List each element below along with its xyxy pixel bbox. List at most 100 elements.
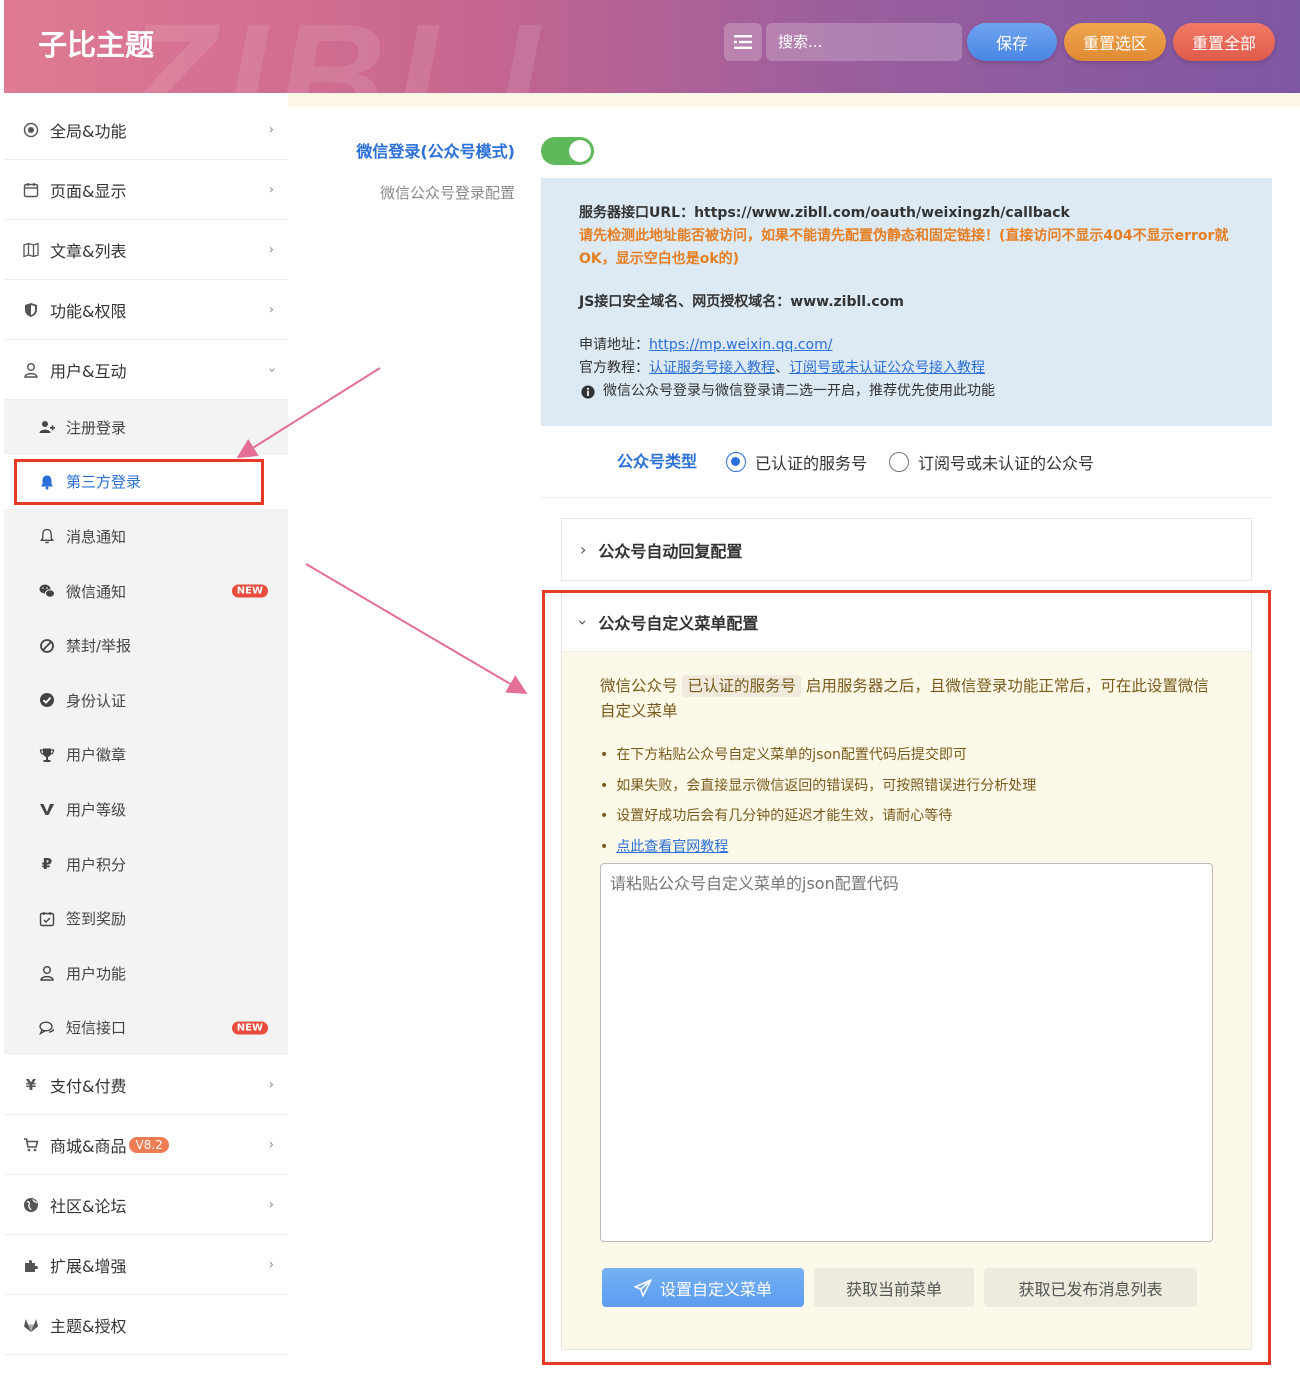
accordion-body: 微信公众号 已认证的服务号 启用服务器之后，且微信登录功能正常后，可在此设置微信…: [562, 652, 1251, 862]
highlight-box: [14, 458, 264, 505]
sidebar-item-label: 页面&显示: [50, 181, 127, 201]
trophy-icon: [38, 746, 56, 764]
sidebar-subitem-identity[interactable]: 身份认证: [4, 673, 288, 728]
accordion-title: 公众号自动回复配置: [598, 541, 743, 561]
calendar-icon: [22, 181, 40, 199]
sidebar-subitem-message[interactable]: 消息通知: [4, 509, 288, 564]
sidebar-subitem-wechat-notify[interactable]: 微信通知 NEW: [4, 564, 288, 619]
sidebar-subitem-label: 消息通知: [66, 527, 127, 546]
send-icon: [634, 1278, 652, 1297]
new-badge: NEW: [231, 1021, 268, 1035]
reset-all-button[interactable]: 重置全部: [1173, 23, 1275, 61]
user-plus-icon: [38, 418, 56, 436]
sidebar-subitem-level[interactable]: 用户等级: [4, 782, 288, 837]
sidebar-subitem-label: 身份认证: [66, 691, 127, 710]
radio-dot: [889, 452, 909, 472]
list-item: 在下方粘贴公众号自定义菜单的json配置代码后提交即可: [600, 740, 1213, 771]
sidebar-subitem-third-party-login[interactable]: 第三方登录: [4, 454, 288, 510]
new-badge: NEW: [231, 584, 268, 598]
accordion-header[interactable]: › 公众号自定义菜单配置: [562, 593, 1251, 652]
chevron-right-icon: ›: [268, 122, 274, 137]
sidebar-item-shop[interactable]: 商城&商品 V8.2 ›: [4, 1115, 288, 1176]
chevron-right-icon: ›: [268, 1197, 274, 1213]
chevron-right-icon: ›: [268, 242, 274, 257]
official-tutorial-link[interactable]: 点此查看官网教程: [616, 839, 728, 855]
ruble-icon: ₽: [41, 855, 53, 874]
sidebar-subitem-label: 短信接口: [66, 1019, 127, 1038]
sidebar-subitem-label: 用户徽章: [66, 746, 127, 765]
radio-verified-service[interactable]: 已认证的服务号: [726, 450, 867, 474]
chevron-down-icon: ›: [573, 618, 593, 626]
expand-menu-button[interactable]: [724, 23, 762, 61]
list-icon: [734, 35, 752, 49]
sidebar-subitem-register[interactable]: 注册登录: [4, 400, 288, 455]
map-icon: [22, 241, 40, 259]
radio-subscription[interactable]: 订阅号或未认证的公众号: [889, 450, 1094, 474]
tutorial-row: 官方教程：认证服务号接入教程、订阅号或未认证公众号接入教程: [579, 357, 1234, 380]
menu-json-textarea[interactable]: [600, 863, 1213, 1242]
save-button[interactable]: 保存: [967, 23, 1057, 61]
tutorial-prefix: 官方教程：: [579, 360, 649, 376]
get-current-menu-button[interactable]: 获取当前菜单: [814, 1268, 974, 1307]
warning-text: 请先检测此地址能否被访问，如果不能请先配置伪静态和固定链接！(直接访问不显示40…: [579, 228, 1229, 267]
top-header: ZIBLL 子比主题 搜索... 保存 重置选区 重置全部: [4, 0, 1300, 93]
sidebar-item-page[interactable]: 页面&显示 ›: [4, 160, 288, 220]
sidebar-subitem-checkin[interactable]: 签到奖励: [4, 891, 288, 946]
sidebar-item-label: 文章&列表: [50, 241, 127, 261]
get-published-list-button[interactable]: 获取已发布消息列表: [984, 1268, 1197, 1307]
check-circle-icon: [38, 691, 56, 709]
server-url-text: 服务器接口URL：https://www.zibll.com/oauth/wei…: [579, 205, 1070, 221]
sidebar-item-permission[interactable]: 功能&权限 ›: [4, 280, 288, 340]
list-item: 点此查看官网教程: [600, 832, 1213, 863]
sidebar-item-label: 用户&互动: [50, 361, 127, 381]
sidebar-subitem-label: 禁封/举报: [66, 637, 132, 656]
apply-row: 申请地址：https://mp.weixin.qq.com/: [579, 334, 1234, 357]
account-type-row: 公众号类型 已认证的服务号 订阅号或未认证的公众号: [541, 426, 1272, 498]
auto-reply-accordion[interactable]: › 公众号自动回复配置: [561, 518, 1252, 581]
sidebar-item-theme-license[interactable]: 主题&授权: [4, 1295, 288, 1356]
wechat-login-toggle[interactable]: [541, 137, 594, 165]
custom-menu-accordion: › 公众号自定义菜单配置 微信公众号 已认证的服务号 启用服务器之后，且微信登录…: [561, 592, 1252, 1350]
accordion-title: 公众号自定义菜单配置: [598, 614, 759, 633]
sidebar-submenu: 注册登录 第三方登录 消息通知 微信通知 NEW 禁封/举报 身份认证 用户徽章: [4, 400, 288, 1056]
sidebar-item-user-interaction[interactable]: 用户&互动 ›: [4, 340, 288, 400]
sidebar-subitem-ban-report[interactable]: 禁封/举报: [4, 618, 288, 673]
chevron-right-icon: ›: [580, 540, 587, 559]
chevron-right-icon: ›: [268, 302, 274, 317]
reset-section-button[interactable]: 重置选区: [1064, 23, 1166, 61]
sidebar-subitem-badge[interactable]: 用户徽章: [4, 728, 288, 783]
wechat-login-subtitle: 微信公众号登录配置: [379, 184, 515, 202]
sidebar-item-forum[interactable]: 社区&论坛 ›: [4, 1175, 288, 1236]
tips-list: 在下方粘贴公众号自定义菜单的json配置代码后提交即可 如果失败，会直接显示微信…: [600, 740, 1213, 862]
user-icon: [38, 964, 56, 982]
sidebar-item-global[interactable]: 全局&功能 ›: [4, 100, 288, 160]
tutorial-link-subscription[interactable]: 订阅号或未认证公众号接入教程: [789, 360, 985, 376]
sidebar-item-label: 主题&授权: [50, 1316, 127, 1336]
brand-title: 子比主题: [38, 28, 155, 62]
sidebar-item-label: 社区&论坛: [50, 1196, 127, 1216]
apply-link[interactable]: https://mp.weixin.qq.com/: [649, 337, 832, 353]
chevron-right-icon: ›: [268, 1257, 274, 1273]
shield-icon: [22, 301, 40, 319]
list-item: 如果失败，会直接显示微信返回的错误码，可按照错误进行分析处理: [600, 771, 1213, 802]
sidebar-item-article[interactable]: 文章&列表 ›: [4, 220, 288, 280]
sidebar-subitem-points[interactable]: ₽ 用户积分: [4, 837, 288, 892]
sidebar-subitem-sms[interactable]: 短信接口 NEW: [4, 1001, 288, 1056]
tutorial-link-service[interactable]: 认证服务号接入教程: [649, 360, 775, 376]
action-buttons: 设置自定义菜单 获取当前菜单 获取已发布消息列表: [602, 1268, 1197, 1307]
version-badge: V8.2: [129, 1136, 169, 1153]
brand-watermark: ZIBLL: [124, 0, 599, 93]
globe-icon: [22, 1196, 40, 1214]
sidebar-subitem-user-function[interactable]: 用户功能: [4, 946, 288, 1001]
sidebar-subitem-label: 签到奖励: [66, 910, 127, 929]
chevron-down-icon: ›: [263, 366, 279, 373]
sidebar-item-payment[interactable]: ¥ 支付&付费 ›: [4, 1055, 288, 1116]
search-input[interactable]: 搜索...: [766, 23, 962, 61]
wechat-icon: [38, 582, 56, 600]
sidebar-item-extension[interactable]: 扩展&增强 ›: [4, 1235, 288, 1296]
set-custom-menu-button[interactable]: 设置自定义菜单: [602, 1268, 804, 1307]
user-icon: [22, 361, 40, 379]
sidebar-subitem-label: 用户积分: [66, 855, 127, 874]
button-label: 设置自定义菜单: [659, 1279, 772, 1299]
